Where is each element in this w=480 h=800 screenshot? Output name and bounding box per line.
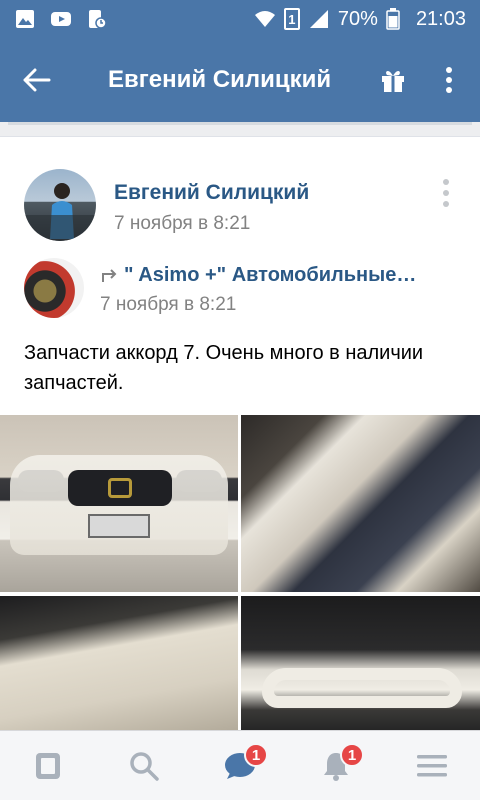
repost-source-link[interactable]: " Asimo +" Автомобильные…	[102, 264, 416, 287]
repost-date: 7 ноября в 8:21	[100, 294, 237, 315]
post-photo-fenders[interactable]	[241, 415, 480, 592]
back-arrow-icon	[23, 68, 51, 92]
app-toolbar: Евгений Силицкий	[0, 38, 480, 122]
page-title: Евгений Силицкий	[108, 66, 332, 93]
author-avatar[interactable]	[24, 169, 96, 241]
dot-icon	[443, 190, 449, 196]
notifications-badge: 1	[340, 743, 364, 767]
signal-icon	[308, 8, 330, 30]
hamburger-menu-icon	[417, 754, 447, 776]
nav-news-tab[interactable]	[0, 731, 96, 800]
post-photo-grille[interactable]	[241, 596, 480, 730]
post-date: 7 ноября в 8:21	[114, 213, 251, 234]
vertical-dots-icon	[446, 67, 452, 93]
bottom-navigation: 1 1	[0, 730, 480, 800]
gift-button[interactable]	[368, 38, 418, 122]
battery-percent: 70%	[337, 7, 378, 30]
dot-icon	[443, 201, 449, 207]
search-icon	[130, 751, 159, 781]
person-photo-icon	[24, 183, 96, 241]
nav-search-tab[interactable]	[96, 731, 192, 800]
wifi-icon	[254, 8, 276, 30]
repost-source-name: " Asimo +" Автомобильные…	[124, 264, 417, 286]
post-photo-hood[interactable]	[0, 596, 238, 730]
sim-indicator: 1	[283, 8, 300, 30]
more-options-button[interactable]	[418, 38, 480, 122]
nav-notifications-tab[interactable]: 1	[288, 731, 384, 800]
status-bar: 1 70% 21:03	[0, 0, 480, 38]
feed-separator	[0, 122, 480, 136]
messages-badge: 1	[244, 743, 268, 767]
nav-menu-tab[interactable]	[384, 731, 480, 800]
youtube-notification-icon	[50, 8, 72, 30]
dot-icon	[443, 179, 449, 185]
grille-part-shape	[262, 668, 462, 708]
post-menu-button[interactable]	[434, 173, 458, 213]
repost-header: " Asimo +" Автомобильные… 7 ноября в 8:2…	[24, 258, 464, 322]
honda-logo-icon	[108, 478, 132, 498]
repost-arrow-icon	[102, 268, 117, 282]
phone-clock-notification-icon	[86, 8, 108, 30]
post-text: Запчасти аккорд 7. Очень много в наличии…	[24, 342, 424, 394]
news-feed-icon	[36, 752, 60, 779]
repost-source-avatar[interactable]	[24, 258, 84, 318]
license-plate	[88, 514, 150, 538]
battery-icon	[386, 8, 408, 30]
clock: 21:03	[415, 7, 466, 30]
gallery-notification-icon	[14, 8, 36, 30]
post-author-header: Евгений Силицкий 7 ноября в 8:21	[24, 169, 449, 247]
nav-messages-tab[interactable]: 1	[192, 731, 288, 800]
gift-icon	[382, 70, 404, 92]
author-name[interactable]: Евгений Силицкий	[114, 181, 309, 205]
back-button[interactable]	[0, 38, 74, 122]
